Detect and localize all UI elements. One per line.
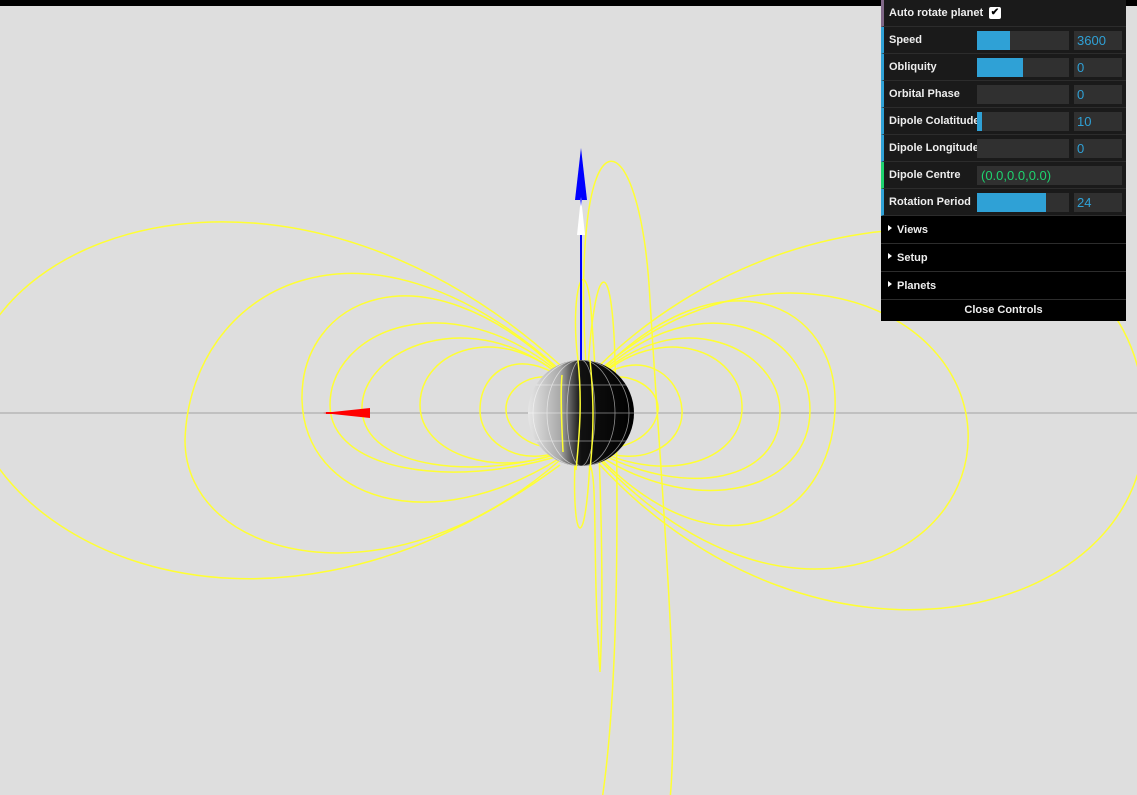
folder-triangle-icon — [888, 253, 892, 259]
speed-slider-fill — [977, 31, 1011, 50]
field-line — [329, 322, 563, 473]
dipole-colatitude-label: Dipole Colatitude — [889, 115, 980, 127]
planets-folder[interactable]: Planets — [881, 272, 1126, 300]
dipole-colatitude-row: Dipole Colatitude 10 — [881, 108, 1126, 135]
field-line — [573, 459, 591, 529]
views-folder-label: Views — [897, 224, 928, 236]
rotation-period-slider-fill — [977, 193, 1046, 212]
orbital-phase-row: Orbital Phase 0 — [881, 81, 1126, 108]
orbital-phase-label: Orbital Phase — [889, 88, 960, 100]
dipole-longitude-label: Dipole Longitude — [889, 142, 979, 154]
views-folder[interactable]: Views — [881, 216, 1126, 244]
auto-rotate-label: Auto rotate planet — [889, 7, 984, 19]
dipole-centre-input[interactable]: (0.0,0.0,0.0) — [977, 166, 1122, 185]
dipole-colatitude-slider-fill — [977, 112, 983, 131]
dipole-centre-row: Dipole Centre (0.0,0.0,0.0) — [881, 162, 1126, 189]
planets-folder-label: Planets — [897, 280, 937, 292]
checkbox-check-icon: ✔ — [990, 7, 1000, 18]
close-controls-button[interactable]: Close Controls — [881, 300, 1126, 321]
field-line — [582, 160, 674, 795]
rotation-period-row: Rotation Period 24 — [881, 189, 1126, 216]
obliquity-slider[interactable] — [977, 58, 1069, 77]
orbital-phase-input[interactable]: 0 — [1074, 85, 1122, 104]
rotation-period-input[interactable]: 24 — [1074, 193, 1122, 212]
speed-row: Speed 3600 — [881, 27, 1126, 54]
obliquity-label: Obliquity — [889, 61, 937, 73]
rotation-period-slider[interactable] — [977, 193, 1069, 212]
speed-slider[interactable] — [977, 31, 1069, 50]
rotation-period-label: Rotation Period — [889, 196, 971, 208]
auto-rotate-row: Auto rotate planet ✔ — [881, 0, 1126, 27]
folder-triangle-icon — [888, 281, 892, 287]
auto-rotate-checkbox[interactable]: ✔ — [989, 7, 1001, 19]
setup-folder-label: Setup — [897, 252, 928, 264]
field-line — [0, 221, 561, 580]
orbital-phase-slider[interactable] — [977, 85, 1069, 104]
setup-folder[interactable]: Setup — [881, 244, 1126, 272]
obliquity-row: Obliquity 0 — [881, 54, 1126, 81]
dipole-colatitude-slider[interactable] — [977, 112, 1069, 131]
speed-label: Speed — [889, 34, 923, 46]
planet[interactable] — [528, 360, 634, 466]
dipole-longitude-row: Dipole Longitude 0 — [881, 135, 1126, 162]
speed-input[interactable]: 3600 — [1074, 31, 1122, 50]
controls-panel: Auto rotate planet ✔ Speed 3600 Obliquit… — [881, 0, 1126, 321]
dipole-longitude-slider[interactable] — [977, 139, 1069, 158]
obliquity-input[interactable]: 0 — [1074, 58, 1122, 77]
obliquity-slider-fill — [977, 58, 1023, 77]
field-line — [599, 292, 969, 570]
dipole-centre-label: Dipole Centre — [889, 169, 961, 181]
dipole-longitude-input[interactable]: 0 — [1074, 139, 1122, 158]
folder-triangle-icon — [888, 225, 892, 231]
dipole-colatitude-input[interactable]: 10 — [1074, 112, 1122, 131]
